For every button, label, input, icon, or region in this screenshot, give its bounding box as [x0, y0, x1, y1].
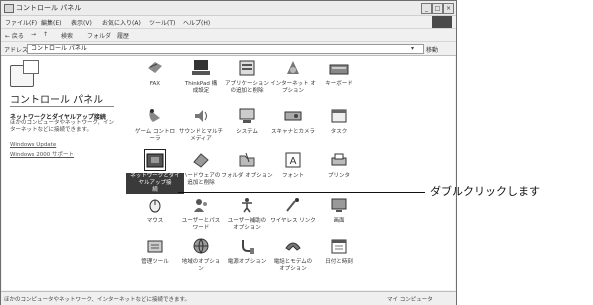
computer-icon: [239, 108, 255, 123]
fax-icon: [148, 62, 162, 73]
control-panel-icon: [4, 4, 14, 13]
pane-title: コントロール パネル: [10, 95, 104, 106]
internet-options-icon: [287, 61, 299, 74]
printer-icon: [331, 153, 347, 166]
content-area: コントロール パネル ネットワークとダイヤルアップ接続 ほかのコンピュータやネッ…: [2, 56, 455, 290]
thinkpad-icon: [192, 60, 210, 75]
accessibility-icon: [242, 198, 252, 213]
hardware-icon: [193, 153, 209, 168]
search-button[interactable]: 検索: [61, 31, 73, 40]
game-controller-icon: [149, 109, 160, 122]
info-pane: コントロール パネル ネットワークとダイヤルアップ接続 ほかのコンピュータやネッ…: [2, 56, 120, 290]
tasks-item[interactable]: タスク: [314, 106, 364, 152]
power-icon: [242, 240, 254, 254]
menu-bar: ファイル(F) 編集(E) 表示(V) お気に入り(A) ツール(T) ヘルプ(…: [1, 16, 456, 29]
maximize-button[interactable]: □: [432, 3, 443, 14]
go-button[interactable]: 移動: [426, 45, 438, 54]
date-time-label: 日付と時刻: [325, 259, 353, 265]
windows-update-link[interactable]: Windows Update: [10, 142, 56, 148]
menu-tools[interactable]: ツール(T): [149, 18, 175, 27]
add-remove-programs-icon: [239, 60, 255, 76]
menu-edit[interactable]: 編集(E): [41, 18, 61, 27]
control-panel-window: コントロール パネル _ □ × ファイル(F) 編集(E) 表示(V) お気に…: [0, 0, 457, 305]
keyboard-icon: [329, 64, 349, 75]
title-bar: コントロール パネル _ □ ×: [1, 1, 456, 16]
folders-button[interactable]: フォルダ: [87, 31, 111, 40]
printers-item[interactable]: プリンタ: [314, 150, 364, 196]
mouse-icon: [149, 199, 161, 213]
date-time-item[interactable]: 日付と時刻: [314, 236, 364, 282]
admin-tools-icon: [147, 240, 163, 253]
address-field[interactable]: コントロール パネル: [27, 44, 424, 54]
toolbar: ← 戻る → ↑ 検索 フォルダ 履歴: [1, 29, 456, 42]
control-panel-large-icon: [10, 60, 39, 87]
network-dialup-icon: [144, 149, 166, 171]
wireless-link-icon: [286, 198, 299, 212]
phone-modem-icon: [285, 242, 301, 251]
pane-divider: [10, 106, 114, 107]
callout-line: [178, 192, 425, 193]
fonts-icon: A: [285, 152, 301, 168]
status-zone: マイ コンピュータ: [387, 297, 433, 303]
scheduled-tasks-icon: [331, 109, 347, 123]
display-icon: [331, 198, 347, 212]
keyboard-label: キーボード: [325, 81, 353, 87]
speaker-icon: [195, 110, 207, 122]
menu-view[interactable]: 表示(V): [71, 18, 92, 27]
display-item[interactable]: 画面: [314, 195, 364, 241]
menu-file[interactable]: ファイル(F): [5, 18, 37, 27]
callout-text: ダブルクリックします: [430, 185, 540, 198]
menu-favorites[interactable]: お気に入り(A): [102, 18, 141, 27]
windows-support-link[interactable]: Windows 2000 サポート: [10, 150, 74, 158]
calendar-icon: [331, 239, 347, 254]
folder-options-icon: [239, 152, 255, 167]
forward-button[interactable]: →: [31, 31, 36, 38]
minimize-button[interactable]: _: [421, 3, 432, 14]
back-button[interactable]: ← 戻る: [5, 31, 24, 40]
tasks-label: タスク: [330, 129, 348, 135]
display-label: 画面: [333, 218, 345, 224]
windows-logo-icon: [432, 16, 452, 28]
status-bar: ほかのコンピュータやネットワーク、インターネットなどに接続できます。 マイ コン…: [1, 291, 456, 305]
window-title: コントロール パネル: [16, 4, 82, 12]
menu-help[interactable]: ヘルプ(H): [183, 18, 210, 27]
icon-grid: FAX ThinkPad 構 成設定 アプリケーション の追加と削除 インターネ…: [120, 56, 455, 290]
globe-icon: [193, 238, 209, 255]
selected-item-description: ほかのコンピュータやネットワーク、インターネットなどに接続できます。: [10, 120, 115, 133]
users-icon: [194, 199, 207, 212]
up-button[interactable]: ↑: [43, 31, 48, 38]
address-dropdown-icon[interactable]: ▾: [411, 45, 414, 52]
printers-label: プリンタ: [327, 173, 350, 179]
keyboard-item[interactable]: キーボード: [314, 58, 364, 104]
status-text: ほかのコンピュータやネットワーク、インターネットなどに接続できます。: [4, 297, 190, 303]
history-button[interactable]: 履歴: [117, 31, 129, 40]
svg-text:A: A: [290, 156, 297, 167]
scanner-icon: [284, 111, 302, 121]
close-button[interactable]: ×: [443, 3, 454, 14]
address-bar: アドレス(D) コントロール パネル ▾ 移動: [1, 42, 456, 56]
